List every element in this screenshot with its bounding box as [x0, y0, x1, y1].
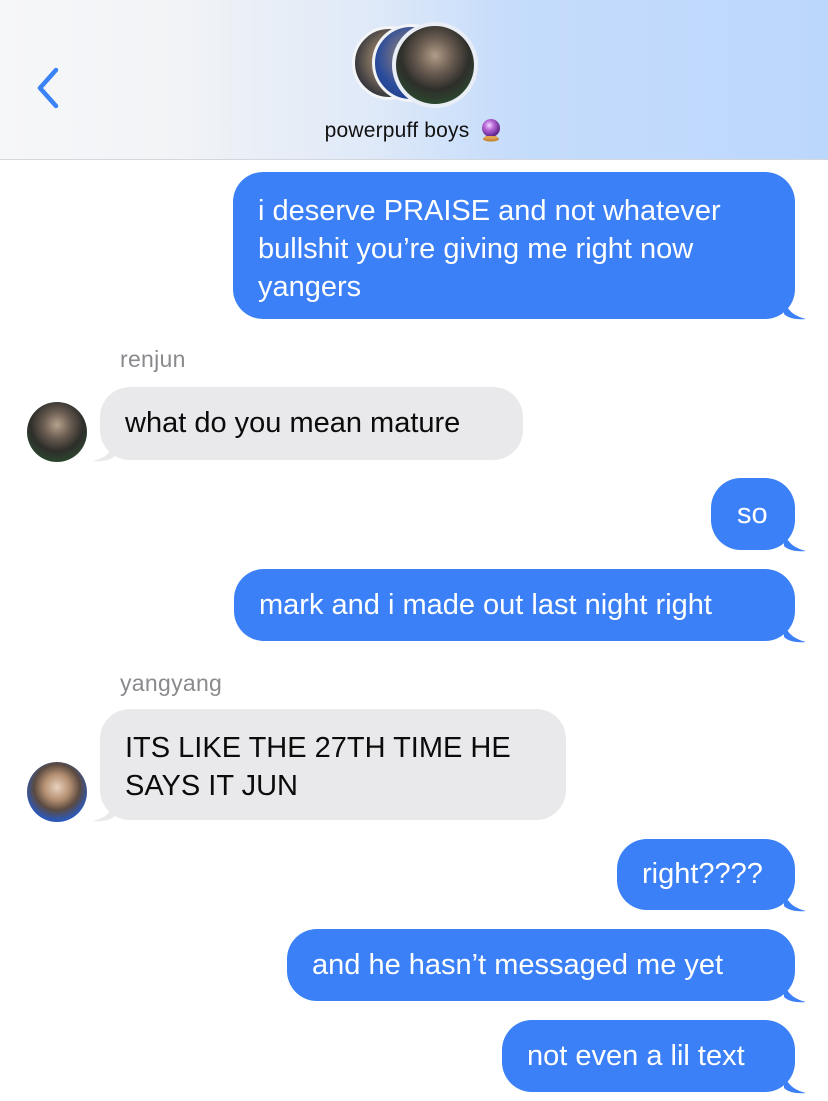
message-text-line: SAYS IT JUN — [125, 770, 298, 802]
group-title[interactable]: powerpuff boys — [0, 118, 828, 143]
message-text-line: and he hasn’t messaged me yet — [312, 949, 724, 981]
bubble-tail — [93, 800, 115, 822]
bubble-tail — [784, 298, 806, 320]
chat-header: powerpuff boys — [0, 0, 828, 160]
bubble-tail — [784, 890, 806, 912]
message-text-line: not even a lil text — [527, 1040, 745, 1072]
outgoing-message[interactable]: right???? — [617, 839, 795, 910]
group-avatar-stack[interactable] — [352, 22, 478, 108]
message-text-line: right???? — [642, 858, 763, 890]
message-text-line: so — [737, 498, 768, 530]
crystal-ball-icon — [479, 118, 503, 142]
bubble-tail — [784, 621, 806, 643]
message-text-line: i deserve PRAISE and not whatever — [258, 195, 721, 227]
sender-avatar[interactable] — [27, 402, 87, 462]
message-text-line: mark and i made out last night right — [259, 589, 712, 621]
bubble-tail — [784, 1072, 806, 1094]
sender-name: renjun — [120, 346, 186, 372]
message-text-line: yangers — [258, 271, 362, 303]
outgoing-message[interactable]: i deserve PRAISE and not whatever bullsh… — [233, 172, 795, 319]
incoming-message[interactable]: what do you mean mature — [100, 387, 523, 460]
group-member-avatar — [392, 22, 478, 108]
back-button[interactable] — [30, 64, 66, 112]
incoming-message[interactable]: ITS LIKE THE 27TH TIME HE SAYS IT JUN — [100, 709, 566, 820]
outgoing-message[interactable]: and he hasn’t messaged me yet — [287, 929, 795, 1001]
outgoing-message[interactable]: mark and i made out last night right — [234, 569, 795, 641]
sender-avatar[interactable] — [27, 762, 87, 822]
bubble-tail — [93, 440, 115, 462]
chevron-left-icon — [37, 67, 59, 109]
outgoing-message[interactable]: not even a lil text — [502, 1020, 795, 1092]
message-text-line: bullshit you’re giving me right now — [258, 233, 694, 265]
sender-name: yangyang — [120, 670, 223, 696]
message-text-line: what do you mean mature — [125, 407, 461, 439]
group-name: powerpuff boys — [324, 119, 470, 142]
outgoing-message[interactable]: so — [711, 478, 795, 550]
message-text-line: ITS LIKE THE 27TH TIME HE — [125, 732, 511, 764]
bubble-tail — [784, 981, 806, 1003]
bubble-tail — [784, 530, 806, 552]
